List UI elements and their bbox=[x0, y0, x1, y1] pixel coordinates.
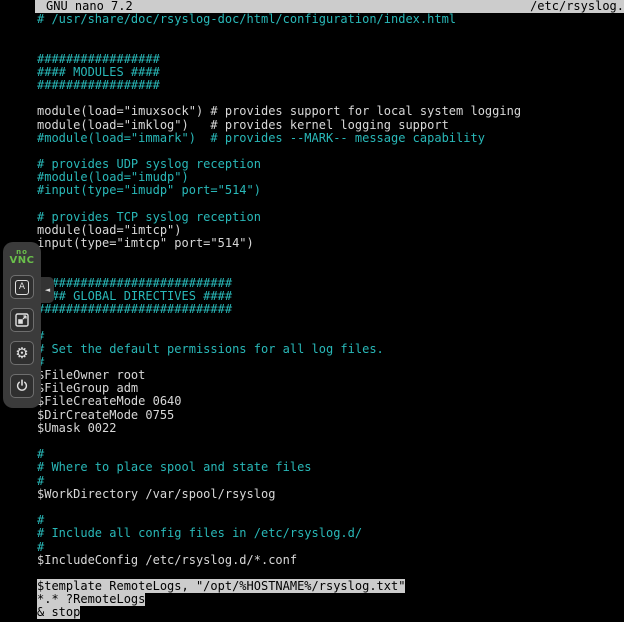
novnc-logo: no VNC bbox=[10, 249, 35, 266]
editor-line: $Umask 0022 bbox=[37, 422, 624, 435]
editor-line bbox=[37, 501, 624, 514]
panel-collapse-handle[interactable]: ◄ bbox=[41, 277, 54, 303]
editor-line bbox=[37, 435, 624, 448]
keyboard-button[interactable]: A bbox=[10, 275, 34, 299]
editor-line: # Set the default permissions for all lo… bbox=[37, 343, 624, 356]
editor-line: # Include all config files in /etc/rsysl… bbox=[37, 527, 624, 540]
vnc-control-panel: no VNC A ⚙ bbox=[3, 242, 41, 408]
nano-editor[interactable]: # /usr/share/doc/rsyslog-doc/html/config… bbox=[35, 13, 624, 620]
editor-line: #input(type="imudp" port="514") bbox=[37, 184, 624, 197]
editor-line-selected: *.* ?RemoteLogs bbox=[37, 593, 624, 606]
editor-lines: # /usr/share/doc/rsyslog-doc/html/config… bbox=[37, 13, 624, 620]
fullscreen-button[interactable] bbox=[10, 308, 34, 332]
editor-line bbox=[37, 316, 624, 329]
chevron-left-icon: ◄ bbox=[45, 286, 50, 294]
editor-line bbox=[37, 250, 624, 263]
editor-line: # Where to place spool and state files bbox=[37, 461, 624, 474]
power-icon bbox=[15, 379, 29, 393]
novnc-logo-bottom: VNC bbox=[10, 256, 35, 266]
power-button[interactable] bbox=[10, 374, 34, 398]
keyboard-icon: A bbox=[15, 280, 29, 295]
nano-file-name: /etc/rsyslog. bbox=[530, 0, 624, 13]
fullscreen-icon bbox=[15, 313, 29, 327]
editor-line: $WorkDirectory /var/spool/rsyslog bbox=[37, 488, 624, 501]
editor-line: ################# bbox=[37, 79, 624, 92]
editor-line: input(type="imtcp" port="514") bbox=[37, 237, 624, 250]
gear-icon: ⚙ bbox=[15, 346, 28, 361]
editor-line: # /usr/share/doc/rsyslog-doc/html/config… bbox=[37, 13, 624, 26]
editor-line-selected: & stop bbox=[37, 606, 624, 619]
editor-line: ########################### bbox=[37, 303, 624, 316]
settings-button[interactable]: ⚙ bbox=[10, 341, 34, 365]
editor-line bbox=[37, 26, 624, 39]
editor-line: #module(load="immark") # provides --MARK… bbox=[37, 132, 624, 145]
terminal-window[interactable]: GNU nano 7.2 /etc/rsyslog. # /usr/share/… bbox=[35, 0, 624, 622]
editor-line: $DirCreateMode 0755 bbox=[37, 409, 624, 422]
editor-line: $IncludeConfig /etc/rsyslog.d/*.conf bbox=[37, 554, 624, 567]
